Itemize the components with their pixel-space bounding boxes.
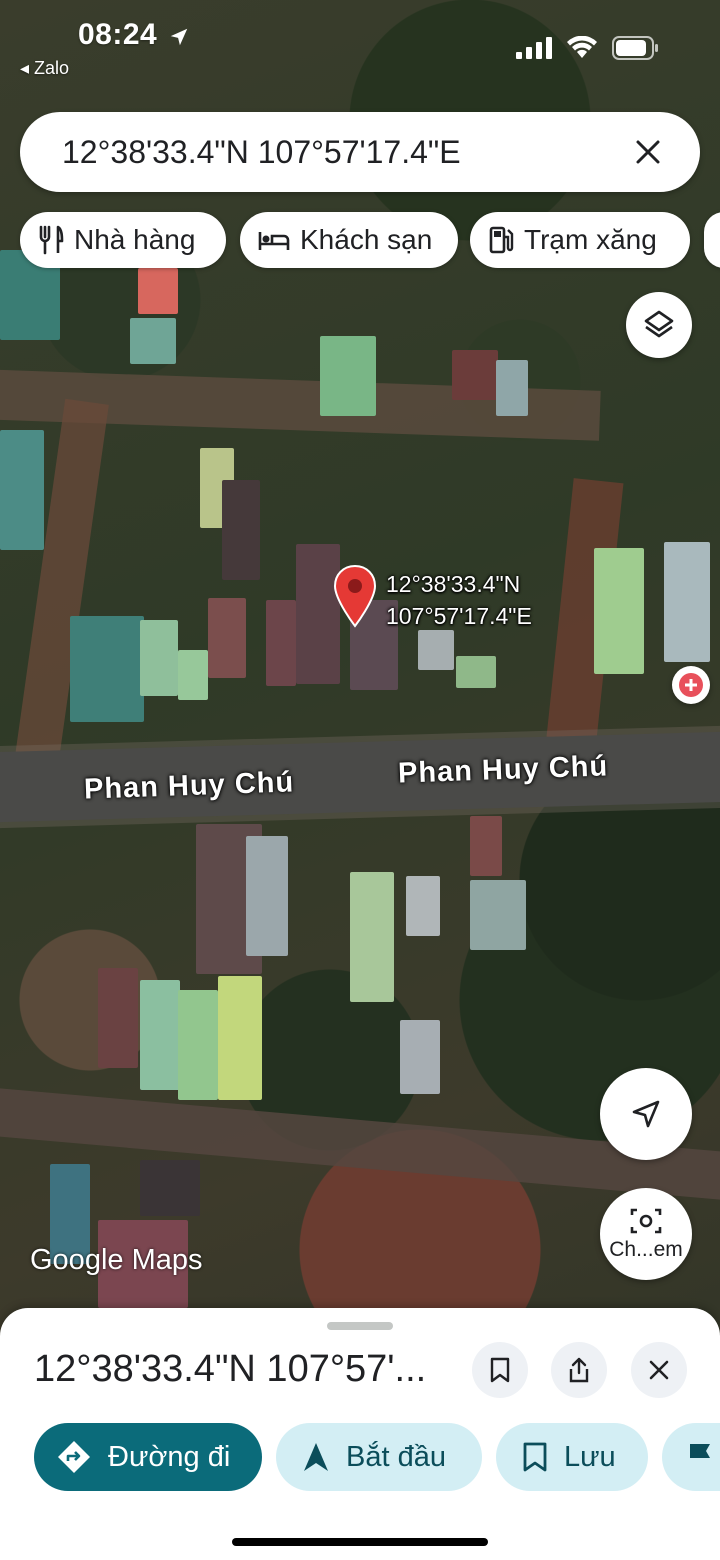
rooftop: [470, 816, 502, 876]
rooftop: [594, 548, 644, 674]
directions-icon: [58, 1441, 90, 1473]
navigation-arrow-icon: [632, 1100, 660, 1128]
rooftop: [130, 318, 176, 364]
rooftop: [140, 620, 178, 696]
layers-icon: [644, 310, 674, 338]
camera-scan-icon: [630, 1208, 662, 1234]
rooftop: [400, 1020, 440, 1094]
bookmark-icon: [523, 1442, 547, 1472]
pin-longitude: 107°57'17.4"E: [386, 603, 532, 629]
bookmark-icon: [490, 1357, 510, 1383]
hospital-icon: [679, 673, 703, 697]
navigation-icon: [304, 1443, 328, 1471]
restaurant-icon: [39, 225, 64, 255]
rooftop: [140, 1160, 200, 1216]
place-bottom-sheet[interactable]: 12°38'33.4"N 107°57'... Đường đi Bắt đầu: [0, 1308, 720, 1560]
hospital-marker[interactable]: [672, 666, 710, 704]
place-title: 12°38'33.4"N 107°57'...: [34, 1348, 427, 1390]
rooftop: [222, 480, 260, 580]
chip-label: Nhà hàng: [74, 224, 196, 255]
camera-button-label: Ch...em: [609, 1238, 683, 1261]
rooftop: [140, 980, 180, 1090]
directions-button[interactable]: Đường đi: [34, 1423, 262, 1491]
camera-search-button[interactable]: Ch...em: [600, 1188, 692, 1280]
sheet-drag-handle[interactable]: [327, 1322, 393, 1330]
pin-coordinates-label: 12°38'33.4"N 107°57'17.4"E: [386, 568, 532, 632]
share-button[interactable]: [551, 1342, 607, 1398]
rooftop: [452, 350, 498, 400]
flag-icon: [690, 1444, 710, 1471]
chip-gas-stations[interactable]: Trạm xăng: [470, 212, 690, 268]
hotel-icon: [258, 232, 290, 250]
wifi-icon: [567, 36, 597, 58]
rooftop: [208, 598, 246, 678]
pin-latitude: 12°38'33.4"N: [386, 571, 521, 597]
rooftop: [178, 650, 208, 700]
rooftop: [98, 968, 138, 1068]
close-icon: [636, 140, 660, 164]
gas-station-icon: [489, 226, 514, 254]
layers-button[interactable]: [626, 292, 692, 358]
rooftop: [320, 336, 376, 416]
start-button[interactable]: Bắt đầu: [276, 1423, 482, 1491]
location-arrow-icon: [170, 28, 188, 46]
search-input[interactable]: 12°38'33.4"N 107°57'17.4"E: [62, 134, 628, 171]
chip-label: Khách sạn: [300, 224, 433, 255]
rooftop: [0, 430, 44, 550]
home-indicator[interactable]: [232, 1538, 488, 1546]
directions-label: Đường đi: [108, 1440, 231, 1473]
status-icons: [516, 36, 660, 60]
rooftop: [350, 872, 394, 1002]
start-label: Bắt đầu: [346, 1440, 446, 1473]
rooftop: [138, 268, 178, 314]
bookmark-button[interactable]: [472, 1342, 528, 1398]
back-to-app-link[interactable]: ◂ Zalo: [20, 58, 69, 79]
rooftop: [406, 876, 440, 936]
rooftop: [496, 360, 528, 416]
chip-hotels[interactable]: Khách sạn: [240, 212, 458, 268]
save-label: Lưu: [564, 1440, 616, 1473]
chip-label: Trạm xăng: [524, 224, 657, 255]
status-time: 08:24: [78, 18, 158, 51]
share-icon: [569, 1357, 589, 1383]
rooftop: [456, 656, 496, 688]
rooftop: [418, 630, 454, 670]
google-maps-logo: Google Maps: [30, 1244, 203, 1276]
save-button[interactable]: Lưu: [496, 1423, 648, 1491]
rooftop: [246, 836, 288, 956]
search-box[interactable]: 12°38'33.4"N 107°57'17.4"E: [20, 112, 700, 192]
clear-search-button[interactable]: [628, 132, 668, 172]
dropped-pin-icon[interactable]: [332, 564, 378, 630]
rooftop: [266, 600, 296, 686]
rooftop: [178, 990, 218, 1100]
rooftop: [470, 880, 526, 950]
more-actions-button[interactable]: [662, 1423, 720, 1491]
cellular-signal-icon: [516, 37, 552, 59]
battery-icon: [612, 36, 658, 60]
close-icon: [649, 1360, 669, 1380]
close-sheet-button[interactable]: [631, 1342, 687, 1398]
chip-restaurants[interactable]: Nhà hàng: [20, 212, 226, 268]
rooftop: [70, 616, 144, 722]
rooftop: [664, 542, 710, 662]
rooftop: [218, 976, 262, 1100]
my-location-button[interactable]: [600, 1068, 692, 1160]
